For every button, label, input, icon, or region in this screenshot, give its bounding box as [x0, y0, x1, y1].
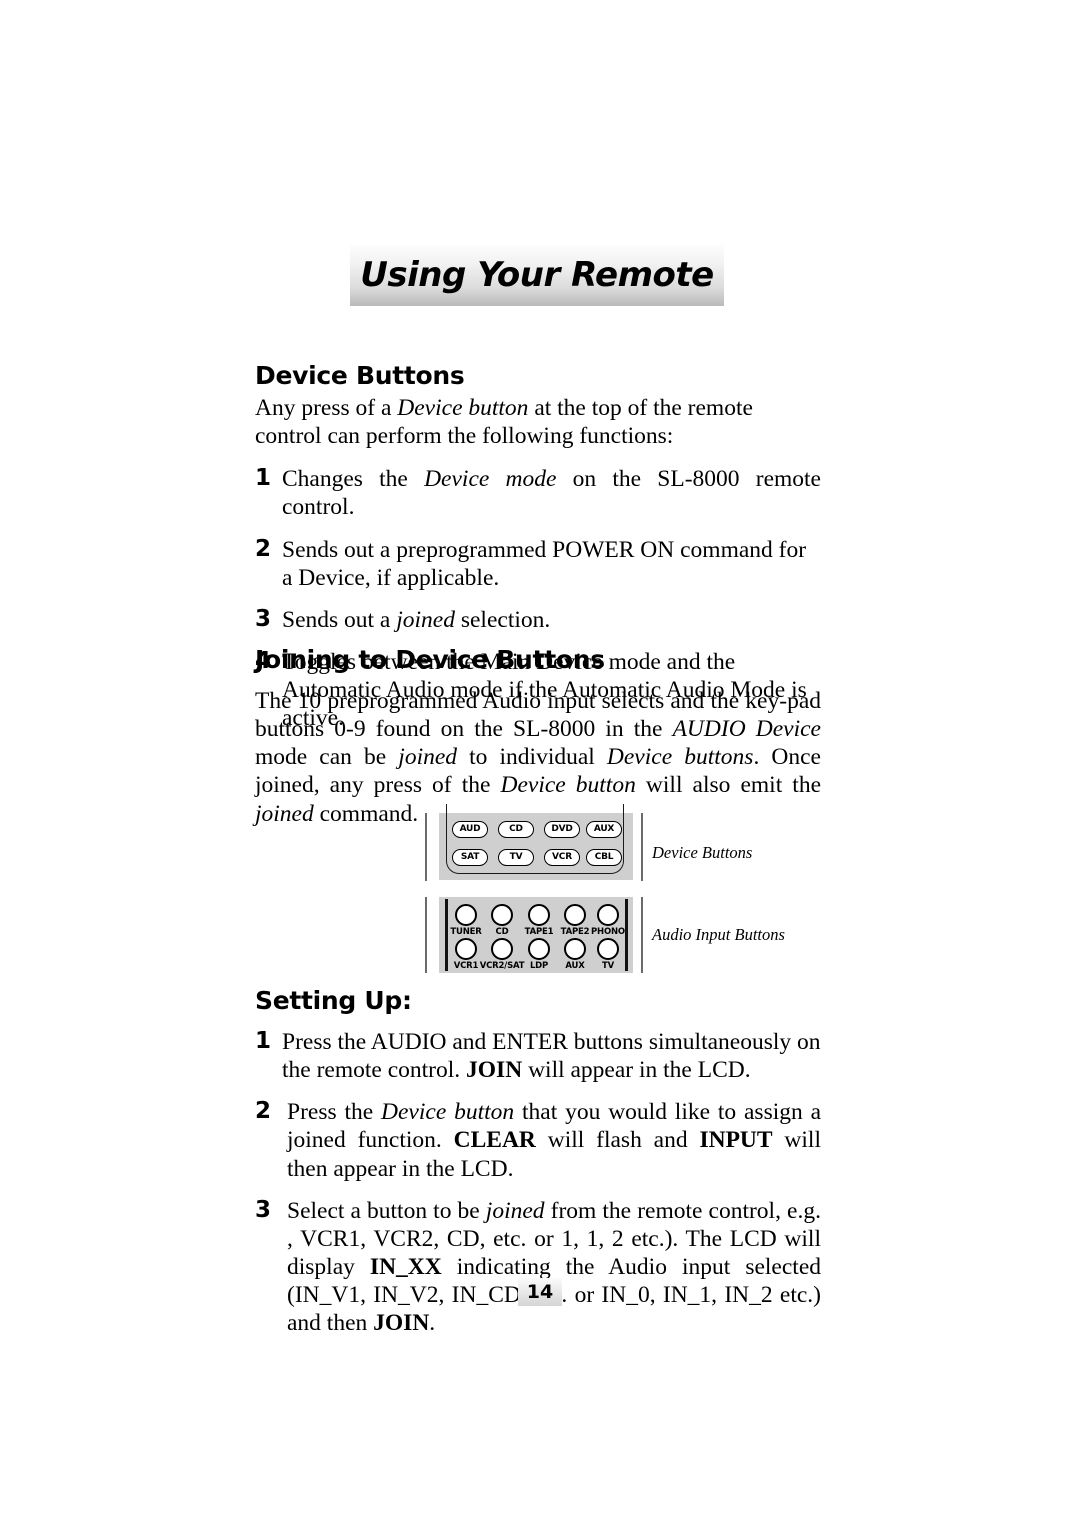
setup2-text-e: will flash and: [535, 1127, 700, 1154]
setup3-text-d: IN_XX: [369, 1253, 442, 1280]
setup3-text-b: joined: [485, 1197, 545, 1224]
list-item: 1 Changes the Device mode on the SL-8000 …: [255, 465, 821, 521]
joining-text-4: joined: [398, 744, 458, 771]
annotation-device-buttons: Device Buttons: [652, 843, 753, 862]
list-number: 2: [255, 535, 272, 562]
device-bracket-right: [641, 813, 643, 881]
annotation-audio-input-buttons: Audio Input Buttons: [652, 925, 785, 944]
list-item: 1 Press the AUDIO and ENTER buttons simul…: [255, 1028, 821, 1084]
audio-label-phono: PHONO: [591, 927, 625, 937]
list-text-a: Changes the: [282, 466, 425, 493]
device-button-aux[interactable]: AUX: [586, 821, 622, 838]
joining-text-9: will also emit the: [635, 772, 822, 799]
audio-bracket-left: [425, 897, 427, 973]
device-buttons-panel: AUD CD DVD AUX SAT TV VCR CBL: [439, 804, 633, 880]
device-button-cd[interactable]: CD: [498, 821, 534, 838]
device-button-vcr[interactable]: VCR: [544, 849, 580, 866]
audio-button-tuner[interactable]: [455, 904, 477, 926]
setup2-text-b: Device button: [381, 1099, 515, 1126]
setup2-text-a: Press the: [287, 1099, 382, 1126]
joining-text-8: Device button: [500, 772, 636, 799]
document-page: Using Your Remote Device Buttons Any pre…: [0, 0, 1080, 1528]
audio-button-vcr2-sat[interactable]: [491, 938, 513, 960]
list-item: 3 Sends out a joined selection.: [255, 606, 821, 634]
intro-text-a: Any press of a: [255, 395, 398, 422]
device-bracket-left: [425, 813, 427, 881]
heading-device-buttons: Device Buttons: [255, 361, 465, 390]
list-item: 2 Press the Device button that you would …: [255, 1098, 821, 1182]
audio-input-panel: TUNER CD TAPE1 TAPE2 PHONO VCR1 VCR2/SAT…: [439, 897, 633, 973]
device-buttons-intro: Any press of a Device button at the top …: [255, 394, 821, 450]
setup1-text-b: JOIN: [466, 1057, 523, 1084]
list-text-a: Sends out a: [282, 606, 397, 633]
audio-button-cd[interactable]: [491, 904, 513, 926]
section-joining: Joining to Device Buttons The 10 preprog…: [255, 645, 822, 828]
joining-text-3: mode can be: [255, 744, 399, 771]
list-text-a: Sends out a preprogrammed POWER ON comma…: [282, 536, 807, 591]
audio-button-ldp[interactable]: [528, 938, 550, 960]
device-button-dvd[interactable]: DVD: [544, 821, 580, 838]
audio-button-tape1[interactable]: [528, 904, 550, 926]
audio-button-aux[interactable]: [564, 938, 586, 960]
page-header-banner: Using Your Remote: [350, 245, 724, 306]
audio-label-tv: TV: [602, 961, 614, 971]
list-text-b: joined: [396, 606, 455, 633]
joining-text-2: AUDIO Device: [672, 716, 821, 743]
list-number: 3: [255, 605, 272, 632]
joining-text-6: Device buttons: [606, 744, 754, 771]
list-text-c: selection.: [454, 606, 551, 633]
device-button-cbl[interactable]: CBL: [586, 849, 622, 866]
device-button-tv[interactable]: TV: [498, 849, 534, 866]
page-number-badge: 14: [518, 1278, 562, 1306]
setup2-text-f: INPUT: [699, 1127, 773, 1154]
device-button-sat[interactable]: SAT: [452, 849, 488, 866]
intro-text-b: Device button: [397, 395, 529, 422]
joining-text-11: command.: [313, 800, 419, 827]
setup3-text-f: JOIN: [373, 1309, 430, 1336]
audio-button-vcr1[interactable]: [455, 938, 477, 960]
list-number: 1: [255, 465, 272, 492]
list-item: 3 Select a button to be joined from the r…: [255, 1197, 821, 1337]
list-number: 3: [255, 1196, 272, 1223]
joining-text-5: to individual: [457, 744, 607, 771]
joining-text-10: joined: [255, 800, 314, 827]
list-number: 2: [255, 1098, 272, 1125]
setup3-text-a: Select a button to be: [287, 1197, 486, 1224]
heading-setting-up: Setting Up:: [255, 986, 412, 1015]
setup2-text-d: CLEAR: [453, 1127, 536, 1154]
audio-button-phono[interactable]: [597, 904, 619, 926]
setup1-text-c: will appear in the LCD.: [522, 1057, 751, 1084]
audio-bracket-right: [641, 897, 643, 973]
heading-joining-to-device-buttons: Joining to Device Buttons: [255, 645, 605, 674]
list-number: 1: [255, 1028, 272, 1055]
audio-button-tape2[interactable]: [564, 904, 586, 926]
remote-diagram: AUD CD DVD AUX SAT TV VCR CBL TUNER CD T…: [412, 804, 882, 983]
device-button-aud[interactable]: AUD: [452, 821, 488, 838]
list-item: 2 Sends out a preprogrammed POWER ON comm…: [255, 536, 821, 592]
setup3-text-g: .: [429, 1309, 436, 1336]
list-text-b: Device mode: [424, 466, 557, 493]
page-title: Using Your Remote: [360, 255, 714, 295]
audio-button-tv[interactable]: [597, 938, 619, 960]
